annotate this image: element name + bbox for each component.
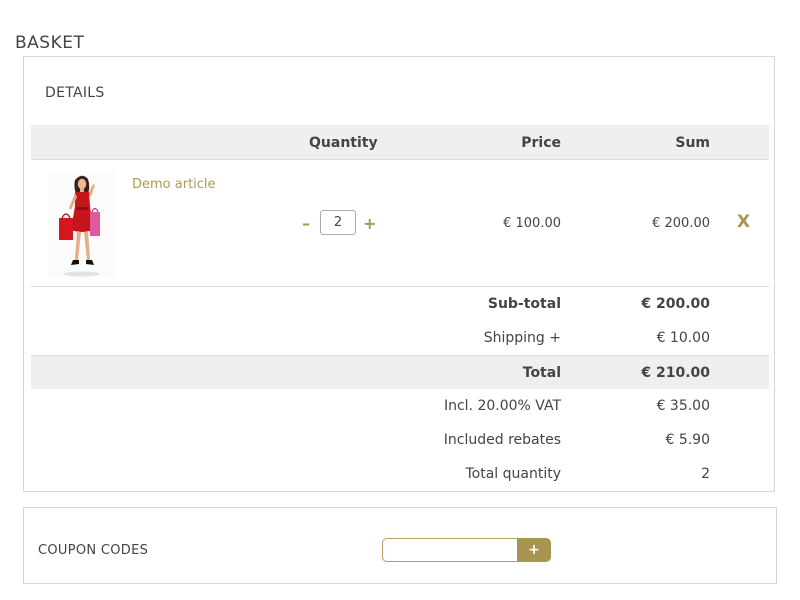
- product-photo-icon: [48, 172, 116, 278]
- quantity-decrease-button[interactable]: –: [302, 214, 310, 233]
- total-quantity-value: 2: [701, 466, 710, 482]
- vat-value: € 35.00: [656, 398, 710, 414]
- vat-row: Incl. 20.00% VAT € 35.00: [31, 389, 769, 423]
- rebates-value: € 5.90: [665, 432, 710, 448]
- rebates-label: Included rebates: [443, 432, 561, 448]
- total-label: Total: [522, 365, 561, 381]
- shipping-row: Shipping + € 10.00: [31, 321, 769, 355]
- subtotal-value: € 200.00: [641, 296, 710, 312]
- quantity-increase-button[interactable]: +: [363, 214, 376, 233]
- column-header-sum: Sum: [675, 135, 710, 151]
- vat-label: Incl. 20.00% VAT: [443, 398, 561, 414]
- details-title: DETAILS: [45, 85, 105, 101]
- total-quantity-row: Total quantity 2: [31, 457, 769, 491]
- shipping-label: Shipping +: [483, 330, 561, 346]
- table-header: Quantity Price Sum: [31, 125, 769, 160]
- product-name-link[interactable]: Demo article: [132, 177, 216, 192]
- item-sum: € 200.00: [652, 216, 710, 231]
- shipping-value: € 10.00: [656, 330, 710, 346]
- add-coupon-button[interactable]: +: [517, 538, 551, 562]
- coupon-code-input[interactable]: [382, 538, 518, 562]
- table-row: Demo article – + € 100.00 € 200.00 X: [31, 160, 769, 287]
- product-image[interactable]: [48, 172, 116, 278]
- quantity-input[interactable]: [320, 210, 356, 235]
- subtotal-row: Sub-total € 200.00: [31, 287, 769, 321]
- total-row: Total € 210.00: [31, 355, 769, 389]
- item-price: € 100.00: [503, 216, 561, 231]
- rebates-row: Included rebates € 5.90: [31, 423, 769, 457]
- remove-item-button[interactable]: X: [737, 212, 750, 232]
- details-section: DETAILS Quantity Price Sum Demo article …: [23, 56, 775, 492]
- subtotal-label: Sub-total: [487, 296, 561, 312]
- column-header-price: Price: [521, 135, 561, 151]
- page-title: BASKET: [15, 33, 85, 54]
- coupon-section: COUPON CODES +: [23, 507, 777, 584]
- coupon-title: COUPON CODES: [38, 543, 149, 558]
- total-value: € 210.00: [641, 365, 710, 381]
- total-quantity-label: Total quantity: [465, 466, 561, 482]
- column-header-quantity: Quantity: [309, 135, 378, 151]
